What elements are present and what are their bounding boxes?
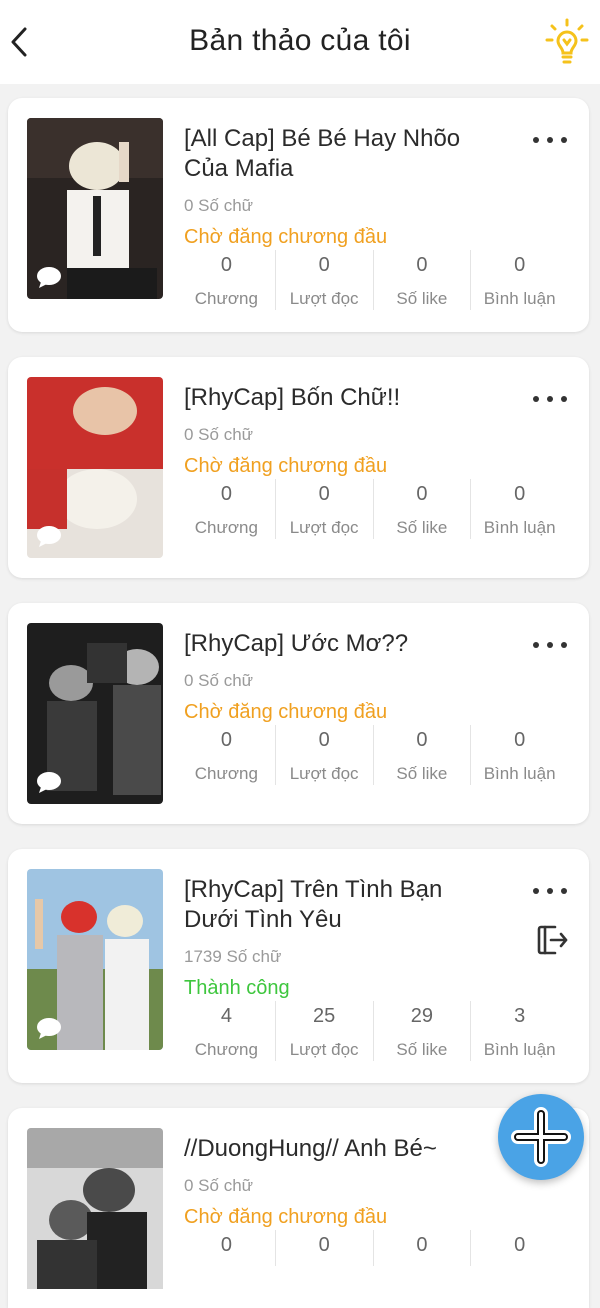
- stat-comments: 3 Bình luận: [470, 1001, 568, 1061]
- word-count: 0 Số chữ: [184, 671, 254, 690]
- word-count: 0 Số chữ: [184, 196, 254, 215]
- stat-chapters: 0 Chương: [194, 729, 258, 783]
- stat-likes: 0 Số like: [372, 250, 471, 310]
- page-title: Bản thảo của tôi: [189, 24, 411, 57]
- stat-reads: 0: [274, 1230, 373, 1266]
- status-label: Chờ đăng chương đầu: [184, 226, 388, 248]
- app-header: Bản thảo của tôi: [0, 0, 600, 84]
- stat-likes: 29 Số like: [372, 1001, 471, 1061]
- stat-comments: 0 Bình luận: [470, 479, 568, 539]
- story-title[interactable]: [RhyCap] Bốn Chữ!!: [184, 383, 504, 413]
- more-options-button[interactable]: [533, 389, 567, 409]
- status-label: Chờ đăng chương đầu: [184, 1206, 388, 1228]
- stat-comments: 0: [470, 1230, 568, 1266]
- stat-likes: 0 Số like: [372, 725, 471, 785]
- stats-row: 0 Chương 0 Lượt đọc 0 Số like 0 Bình luận: [178, 250, 568, 310]
- stats-row: 0 Chương 0 Lượt đọc 0 Số like 0 Bình luận: [178, 725, 568, 785]
- story-cover-image[interactable]: [27, 869, 163, 1050]
- story-cover-image[interactable]: [27, 623, 163, 804]
- story-cover-image[interactable]: [27, 377, 163, 558]
- more-options-button[interactable]: [533, 881, 567, 901]
- story-title[interactable]: //DuongHung// Anh Bé~: [184, 1134, 504, 1164]
- story-card[interactable]: [RhyCap] Trên Tình Bạn Dưới Tình Yêu 173…: [8, 849, 589, 1083]
- word-count: 0 Số chữ: [184, 1176, 254, 1195]
- status-label: Chờ đăng chương đầu: [184, 701, 388, 723]
- story-cover-image[interactable]: [27, 118, 163, 299]
- more-dots-icon: [533, 642, 539, 648]
- stats-row: 4 Chương 25 Lượt đọc 29 Số like 3 Bình luận: [178, 1001, 568, 1061]
- stat-chapters: 0 Chương: [194, 483, 258, 537]
- word-count: 0 Số chữ: [184, 425, 254, 444]
- stats-row: 0 0 0 0: [178, 1230, 568, 1266]
- story-card[interactable]: [RhyCap] Bốn Chữ!! 0 Số chữ Chờ đăng chư…: [8, 357, 589, 578]
- more-dots-icon: [533, 888, 539, 894]
- story-card[interactable]: [All Cap] Bé Bé Hay Nhõo Của Mafia 0 Số …: [8, 98, 589, 332]
- chat-icon: [37, 267, 61, 288]
- stat-reads: 0 Lượt đọc: [274, 250, 373, 310]
- plus-icon: [511, 1107, 571, 1167]
- stat-chapters: 0 Chương: [194, 254, 258, 308]
- stat-comments: 0 Bình luận: [470, 250, 568, 310]
- chat-icon: [37, 772, 61, 793]
- stat-reads: 25 Lượt đọc: [274, 1001, 373, 1061]
- story-title[interactable]: [RhyCap] Ước Mơ??: [184, 629, 504, 659]
- publish-button[interactable]: [535, 923, 569, 957]
- stats-row: 0 Chương 0 Lượt đọc 0 Số like 0 Bình luận: [178, 479, 568, 539]
- hint-button[interactable]: [544, 18, 590, 68]
- more-options-button[interactable]: [533, 130, 567, 150]
- story-card[interactable]: [RhyCap] Ước Mơ?? 0 Số chữ Chờ đăng chươ…: [8, 603, 589, 824]
- stat-reads: 0 Lượt đọc: [274, 479, 373, 539]
- stat-likes: 0 Số like: [372, 479, 471, 539]
- story-cover-image[interactable]: [27, 1128, 163, 1289]
- word-count: 1739 Số chữ: [184, 947, 282, 966]
- add-story-button[interactable]: [498, 1094, 584, 1180]
- stat-chapters: 0: [220, 1234, 232, 1256]
- more-dots-icon: [533, 137, 539, 143]
- stat-reads: 0 Lượt đọc: [274, 725, 373, 785]
- stat-comments: 0 Bình luận: [470, 725, 568, 785]
- more-dots-icon: [533, 396, 539, 402]
- more-options-button[interactable]: [533, 635, 567, 655]
- export-icon: [537, 925, 568, 955]
- lightbulb-icon: [545, 18, 589, 64]
- status-label: Chờ đăng chương đầu: [184, 455, 388, 477]
- story-title[interactable]: [All Cap] Bé Bé Hay Nhõo Của Mafia: [184, 124, 504, 184]
- status-label: Thành công: [184, 977, 290, 999]
- chat-icon: [37, 1018, 61, 1039]
- story-title[interactable]: [RhyCap] Trên Tình Bạn Dưới Tình Yêu: [184, 875, 504, 935]
- stat-likes: 0: [372, 1230, 471, 1266]
- chat-icon: [37, 526, 61, 547]
- stat-chapters: 4 Chương: [194, 1005, 258, 1059]
